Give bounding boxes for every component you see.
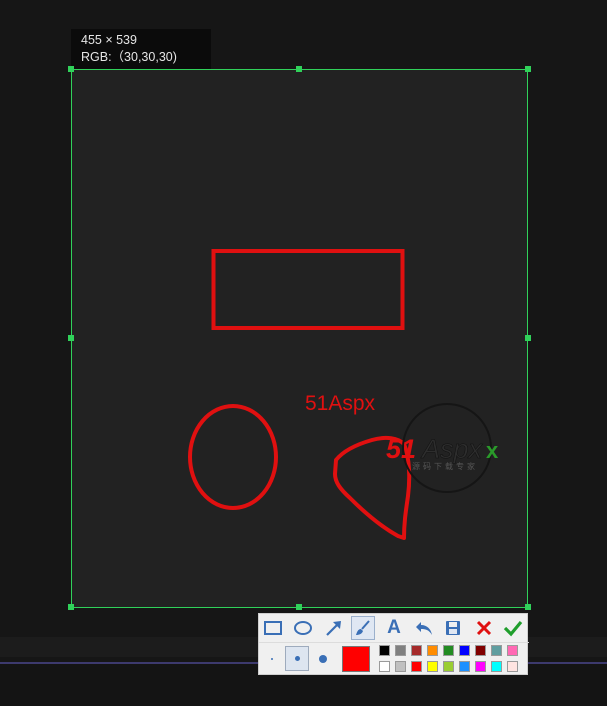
watermark-brand-red: 51	[386, 434, 416, 464]
color-swatch[interactable]	[395, 645, 406, 656]
large-dot-icon	[319, 655, 327, 663]
confirm-tool[interactable]	[501, 616, 525, 640]
watermark-subtext: 源码下载专家	[412, 461, 478, 471]
color-swatch[interactable]	[459, 645, 470, 656]
options-row	[259, 643, 529, 676]
ellipse-tool[interactable]	[291, 616, 315, 640]
undo-icon	[416, 622, 432, 635]
color-swatch[interactable]	[459, 661, 470, 672]
size-large[interactable]	[314, 649, 332, 669]
color-swatch[interactable]	[443, 645, 454, 656]
color-swatch[interactable]	[427, 661, 438, 672]
color-swatch[interactable]	[443, 661, 454, 672]
annotation-ellipse[interactable]	[188, 404, 278, 510]
color-swatch[interactable]	[427, 645, 438, 656]
color-swatch[interactable]	[411, 661, 422, 672]
check-icon	[503, 620, 523, 637]
color-swatch[interactable]	[395, 661, 406, 672]
ellipse-icon	[294, 621, 312, 635]
medium-dot-icon	[294, 656, 300, 661]
watermark-logo: 51 Aspx x 源码下载专家	[386, 403, 499, 493]
small-dot-icon	[271, 658, 273, 660]
color-swatch[interactable]	[379, 661, 390, 672]
size-small[interactable]	[264, 649, 280, 669]
color-swatch[interactable]	[475, 661, 486, 672]
size-medium[interactable]	[285, 646, 309, 671]
close-icon	[476, 620, 492, 636]
watermark-brand-gray: Aspx	[420, 434, 484, 464]
color-swatch[interactable]	[411, 645, 422, 656]
annotation-text[interactable]: 51Aspx	[305, 392, 376, 415]
cancel-tool[interactable]	[472, 616, 496, 640]
svg-text:x: x	[486, 438, 499, 463]
annotation-toolbar: A	[258, 613, 529, 676]
annotation-rectangle[interactable]	[211, 249, 405, 330]
rectangle-tool[interactable]	[261, 616, 285, 640]
text-tool[interactable]: A	[382, 616, 406, 640]
brush-icon	[356, 620, 370, 635]
color-swatch[interactable]	[491, 661, 502, 672]
annotation-layer: 51Aspx	[188, 249, 412, 540]
color-swatch[interactable]	[379, 645, 390, 656]
brush-tool[interactable]	[351, 616, 375, 640]
tool-row: A	[259, 614, 529, 642]
current-color[interactable]	[342, 646, 370, 672]
color-swatch[interactable]	[507, 661, 518, 672]
text-icon: A	[387, 617, 401, 638]
color-swatch[interactable]	[491, 645, 502, 656]
save-tool[interactable]	[441, 616, 465, 640]
save-icon	[446, 621, 460, 635]
undo-tool[interactable]	[412, 616, 436, 640]
color-swatch[interactable]	[507, 645, 518, 656]
color-swatch[interactable]	[475, 645, 486, 656]
arrow-icon	[326, 621, 341, 636]
arrow-tool[interactable]	[322, 616, 346, 640]
rectangle-icon	[264, 621, 282, 635]
